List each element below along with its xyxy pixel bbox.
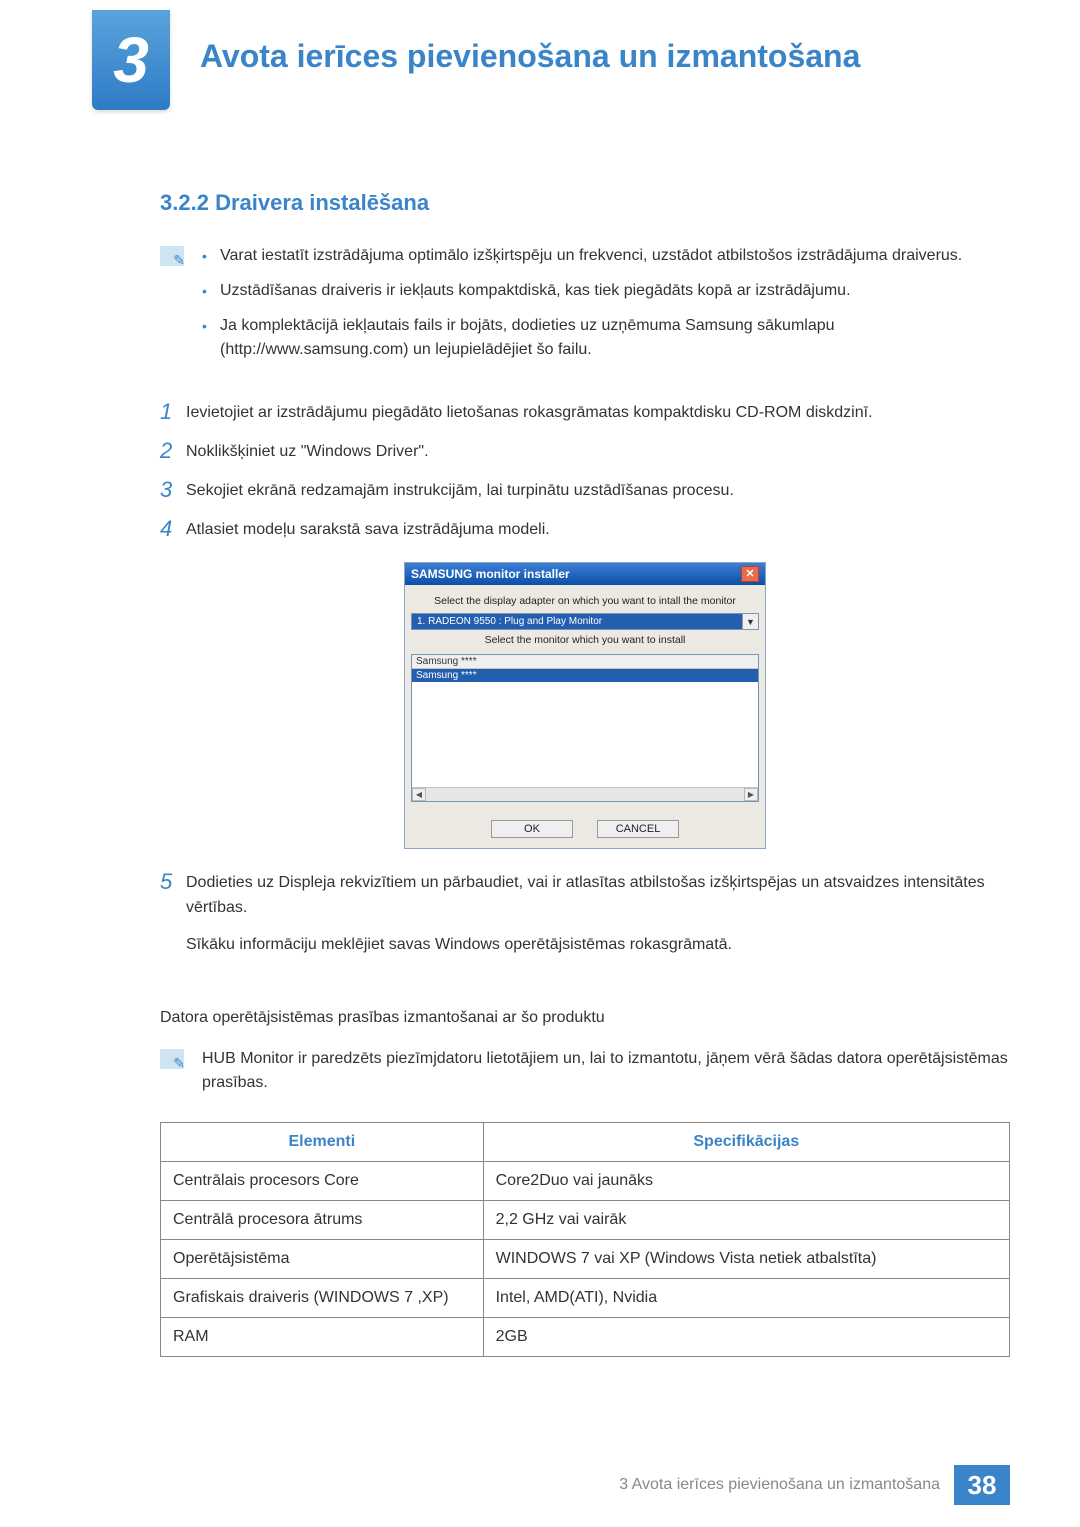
page-content: 3.2.2 Draivera instalēšana Varat iestatī… — [160, 190, 1010, 1357]
step-1: 1Ievietojiet ar izstrādājumu piegādāto l… — [160, 399, 1010, 426]
os-req-note: HUB Monitor ir paredzēts piezīmjdatoru l… — [202, 1047, 1010, 1097]
monitor-list[interactable]: Samsung **** Samsung **** ◀ ▶ — [411, 654, 759, 802]
step-body: Dodieties uz Displeja rekvizītiem un pār… — [186, 869, 1010, 957]
table-row: RAM2GB — [161, 1318, 1010, 1357]
table-cell: Centrālais procesors Core — [161, 1162, 484, 1201]
table-cell: Grafiskais draiveris (WINDOWS 7 ,XP) — [161, 1279, 484, 1318]
installer-body: Select the display adapter on which you … — [405, 585, 765, 808]
chapter-title: Avota ierīces pievienošana un izmantošan… — [200, 38, 860, 75]
note-block-1: Varat iestatīt izstrādājuma optimālo izš… — [160, 244, 1010, 373]
step-number: 5 — [160, 869, 186, 895]
step-number: 2 — [160, 438, 186, 464]
note-icon — [160, 246, 184, 266]
step-text: Atlasiet modeļu sarakstā sava izstrādāju… — [186, 516, 550, 543]
step-text: Dodieties uz Displeja rekvizītiem un pār… — [186, 869, 1010, 921]
footer-text: 3 Avota ierīces pievienošana un izmantoš… — [619, 1476, 940, 1494]
table-header: Specifikācijas — [483, 1123, 1009, 1162]
table-row: OperētājsistēmaWINDOWS 7 vai XP (Windows… — [161, 1240, 1010, 1279]
step-number: 4 — [160, 516, 186, 542]
ok-button[interactable]: OK — [491, 820, 573, 838]
scroll-left-icon[interactable]: ◀ — [412, 788, 426, 801]
note-block-2: HUB Monitor ir paredzēts piezīmjdatoru l… — [160, 1047, 1010, 1097]
installer-titlebar: SAMSUNG monitor installer ✕ — [405, 563, 765, 585]
table-header: Elementi — [161, 1123, 484, 1162]
step-number: 1 — [160, 399, 186, 425]
step-2: 2Noklikšķiniet uz "Windows Driver". — [160, 438, 1010, 465]
table-cell: Core2Duo vai jaunāks — [483, 1162, 1009, 1201]
table-cell: Centrālā procesora ātrums — [161, 1201, 484, 1240]
step-5: 5 Dodieties uz Displeja rekvizītiem un p… — [160, 869, 1010, 957]
os-req-heading: Datora operētājsistēmas prasības izmanto… — [160, 1006, 1010, 1031]
section-title: Draivera instalēšana — [215, 190, 429, 215]
spec-table: Elementi Specifikācijas Centrālais proce… — [160, 1122, 1010, 1357]
list-item-selected[interactable]: Samsung **** — [412, 669, 758, 682]
installer-title-text: SAMSUNG monitor installer — [411, 567, 570, 581]
close-icon[interactable]: ✕ — [741, 566, 759, 582]
step-number: 3 — [160, 477, 186, 503]
note-bullets: Varat iestatīt izstrādājuma optimālo izš… — [202, 244, 1010, 373]
note-item: Ja komplektācijā iekļautais fails ir boj… — [202, 314, 1010, 364]
chevron-down-icon[interactable]: ▼ — [742, 614, 758, 629]
step-extra: Sīkāku informāciju meklējiet savas Windo… — [186, 931, 1010, 958]
page-footer: 3 Avota ierīces pievienošana un izmantoš… — [0, 1465, 1080, 1505]
scroll-track[interactable] — [426, 788, 744, 801]
table-cell: 2,2 GHz vai vairāk — [483, 1201, 1009, 1240]
note-icon — [160, 1049, 184, 1069]
note-item: Varat iestatīt izstrādājuma optimālo izš… — [202, 244, 1010, 269]
table-row: Centrālā procesora ātrums2,2 GHz vai vai… — [161, 1201, 1010, 1240]
table-row: Grafiskais draiveris (WINDOWS 7 ,XP)Inte… — [161, 1279, 1010, 1318]
section-number: 3.2.2 — [160, 190, 209, 215]
note-item: Uzstādīšanas draiveris ir iekļauts kompa… — [202, 279, 1010, 304]
table-cell: 2GB — [483, 1318, 1009, 1357]
section-heading: 3.2.2 Draivera instalēšana — [160, 190, 1010, 216]
step-text: Sekojiet ekrānā redzamajām instrukcijām,… — [186, 477, 734, 504]
cancel-button[interactable]: CANCEL — [597, 820, 679, 838]
chapter-number: 3 — [113, 23, 149, 97]
installer-label-2: Select the monitor which you want to ins… — [411, 634, 759, 646]
scroll-right-icon[interactable]: ▶ — [744, 788, 758, 801]
table-cell: Operētājsistēma — [161, 1240, 484, 1279]
page-number: 38 — [954, 1465, 1010, 1505]
steps-list: 1Ievietojiet ar izstrādājumu piegādāto l… — [160, 399, 1010, 542]
table-cell: WINDOWS 7 vai XP (Windows Vista netiek a… — [483, 1240, 1009, 1279]
adapter-value: 1. RADEON 9550 : Plug and Play Monitor — [412, 614, 742, 629]
steps-list-2: 5 Dodieties uz Displeja rekvizītiem un p… — [160, 869, 1010, 957]
table-header-row: Elementi Specifikācijas — [161, 1123, 1010, 1162]
step-text: Ievietojiet ar izstrādājumu piegādāto li… — [186, 399, 873, 426]
installer-buttons: OK CANCEL — [405, 808, 765, 848]
adapter-select[interactable]: 1. RADEON 9550 : Plug and Play Monitor ▼ — [411, 613, 759, 630]
table-cell: Intel, AMD(ATI), Nvidia — [483, 1279, 1009, 1318]
step-text: Noklikšķiniet uz "Windows Driver". — [186, 438, 429, 465]
horizontal-scrollbar[interactable]: ◀ ▶ — [412, 787, 758, 801]
installer-label-1: Select the display adapter on which you … — [411, 595, 759, 607]
step-4: 4Atlasiet modeļu sarakstā sava izstrādāj… — [160, 516, 1010, 543]
table-cell: RAM — [161, 1318, 484, 1357]
installer-window: SAMSUNG monitor installer ✕ Select the d… — [404, 562, 766, 849]
chapter-tab: 3 — [92, 10, 170, 110]
step-3: 3Sekojiet ekrānā redzamajām instrukcijām… — [160, 477, 1010, 504]
table-row: Centrālais procesors CoreCore2Duo vai ja… — [161, 1162, 1010, 1201]
list-item[interactable]: Samsung **** — [412, 655, 758, 669]
